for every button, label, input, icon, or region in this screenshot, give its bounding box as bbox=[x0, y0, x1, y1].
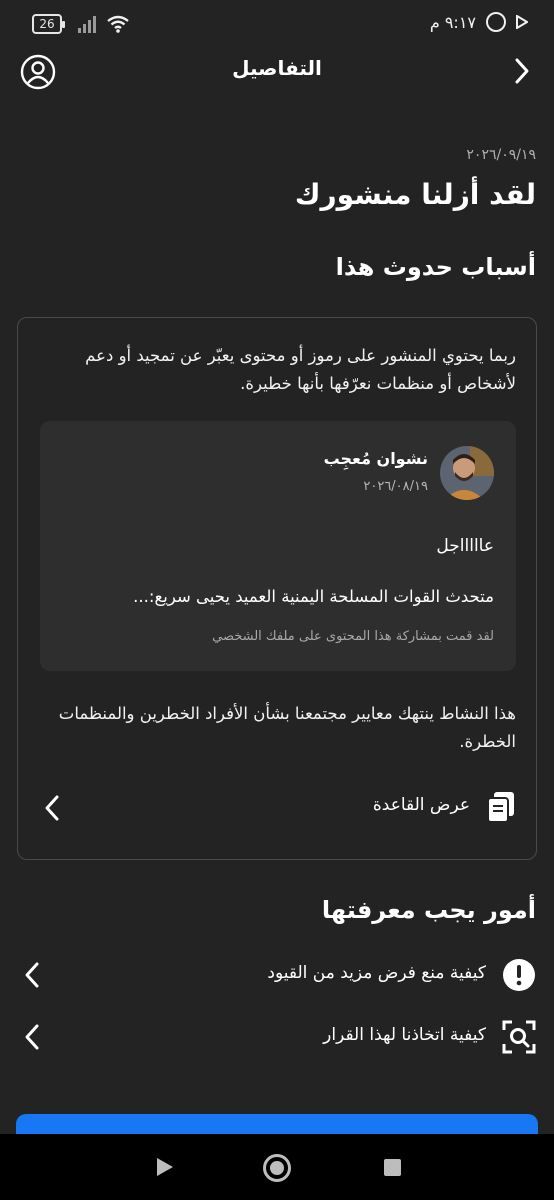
view-rule-button[interactable]: عرض القاعدة bbox=[18, 783, 536, 833]
system-navigation-bar bbox=[0, 1134, 554, 1200]
wifi-icon bbox=[107, 15, 129, 33]
reasons-heading: أسباب حدوث هذا bbox=[335, 253, 536, 281]
removed-post-preview: نشوان مُعجِب ٢٠٢٦/٠٨/١٩ عاااااجل متحدث ا… bbox=[40, 421, 516, 671]
chevron-left-icon bbox=[25, 1024, 39, 1050]
chevron-left-icon bbox=[25, 962, 39, 988]
clock: ٩:١٧ م bbox=[429, 12, 476, 32]
things-to-know-heading: أمور يجب معرفتها bbox=[321, 896, 536, 924]
signal-icon bbox=[78, 15, 96, 33]
reason-card: ربما يحتوي المنشور على رموز أو محتوى يعب… bbox=[17, 317, 537, 860]
prevent-restrictions-item[interactable]: كيفية منع فرض مزيد من القيود bbox=[0, 950, 554, 1000]
post-date: ٢٠٢٦/٠٨/١٩ bbox=[363, 479, 428, 494]
post-text-line-1: عاااااجل bbox=[436, 536, 494, 556]
reason-description: ربما يحتوي المنشور على رموز أو محتوى يعب… bbox=[85, 346, 516, 393]
violation-text: هذا النشاط ينتهك معايير مجتمعنا بشأن الأ… bbox=[58, 704, 516, 751]
avatar bbox=[440, 446, 494, 500]
document-stack-icon bbox=[487, 792, 514, 823]
prevent-restrictions-label: كيفية منع فرض مزيد من القيود bbox=[267, 963, 486, 983]
status-bar: 26 ٩:١٧ م bbox=[0, 0, 554, 52]
decision-process-label: كيفية اتخاذنا لهذا القرار bbox=[323, 1025, 486, 1045]
exclamation-icon bbox=[503, 959, 535, 991]
nav-home-icon[interactable] bbox=[263, 1154, 291, 1182]
top-app-bar: التفاصيل bbox=[0, 52, 554, 92]
nav-back-icon[interactable] bbox=[154, 1156, 176, 1178]
notice-date: ٢٠٢٦/٠٩/١٩ bbox=[466, 147, 536, 163]
page-title: التفاصيل bbox=[232, 56, 322, 80]
view-rule-label: عرض القاعدة bbox=[372, 795, 470, 815]
chevron-left-icon bbox=[45, 795, 59, 821]
status-icons-right: ٩:١٧ م bbox=[430, 12, 528, 32]
decision-process-item[interactable]: كيفية اتخاذنا لهذا القرار bbox=[0, 1012, 554, 1062]
battery-icon: 26 bbox=[32, 14, 65, 34]
post-author: نشوان مُعجِب bbox=[323, 449, 428, 468]
status-icons-left: 26 bbox=[32, 14, 130, 34]
scan-search-icon bbox=[502, 1020, 536, 1054]
back-chevron-icon[interactable] bbox=[510, 56, 534, 86]
share-note: لقد قمت بمشاركة هذا المحتوى على ملفك الش… bbox=[212, 629, 494, 644]
post-text-line-2: متحدث القوات المسلحة اليمنية العميد يحيى… bbox=[133, 587, 494, 606]
battery-level: 26 bbox=[39, 17, 55, 31]
notice-headline: لقد أزلنا منشورك bbox=[294, 178, 536, 211]
whatsapp-icon bbox=[486, 12, 506, 32]
nav-recents-icon[interactable] bbox=[384, 1159, 401, 1176]
play-notification-icon bbox=[516, 15, 528, 29]
